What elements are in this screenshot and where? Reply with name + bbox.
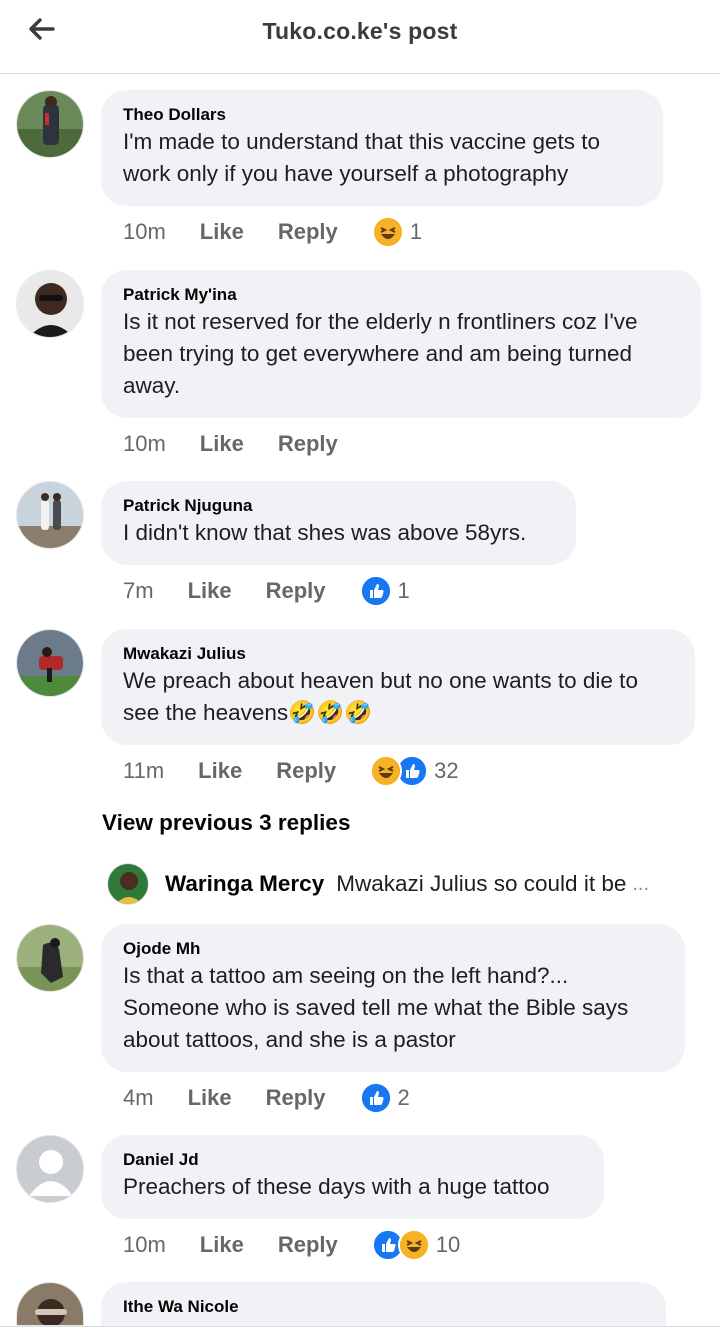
view-previous-replies-link[interactable]: View previous 3 replies <box>102 810 350 836</box>
avatar[interactable] <box>16 90 84 158</box>
comment-actions: 10m Like Reply 1 <box>123 216 422 248</box>
comment-timestamp: 10m <box>123 219 166 244</box>
comment-timestamp: 11m <box>123 758 165 783</box>
default-avatar-icon[interactable] <box>16 1135 84 1203</box>
reaction-summary[interactable]: 32 <box>370 755 459 787</box>
comment-bubble: Patrick Njuguna I didn't know that shes … <box>101 481 576 565</box>
reply-button[interactable]: Reply <box>276 758 336 784</box>
like-button[interactable]: Like <box>200 1232 244 1258</box>
comment-actions: 10m Like Reply <box>123 428 372 460</box>
thumbs-up-icon <box>359 575 392 607</box>
comment-text-line: We preach about heaven but no one wants … <box>123 668 638 693</box>
comment-author[interactable]: Theo Dollars <box>123 104 641 126</box>
comment-bubble: Ojode Mh Is that a tattoo am seeing on t… <box>101 924 685 1072</box>
comment-timestamp: 10m <box>123 1232 166 1257</box>
reply-ellipsis: ... <box>632 872 650 895</box>
comment-text-line: Is it not reserved for the elderly n fro… <box>123 309 638 334</box>
comment-actions: 11m Like Reply 32 <box>123 755 459 787</box>
comment-text-line: I'm made to understand that this vaccine… <box>123 129 601 154</box>
reply-author[interactable]: Waringa Mercy <box>165 871 324 897</box>
comment-actions: 10m Like Reply 10 <box>123 1229 460 1261</box>
comment-author[interactable]: Ithe Wa Nicole <box>123 1296 644 1318</box>
comment-bubble: Daniel Jd Preachers of these days with a… <box>101 1135 604 1219</box>
comment-text-line: away. <box>123 373 181 398</box>
comment-author[interactable]: Ojode Mh <box>123 938 663 960</box>
avatar[interactable] <box>107 863 149 905</box>
reaction-count: 1 <box>397 578 410 603</box>
reply-button[interactable]: Reply <box>278 431 338 457</box>
reply-text: Mwakazi Julius so could it be <box>336 871 627 896</box>
comment-bubble: Mwakazi Julius We preach about heaven bu… <box>101 629 695 745</box>
comment-bubble: Theo Dollars I'm made to understand that… <box>101 90 663 206</box>
like-button[interactable]: Like <box>200 431 244 457</box>
reply-button[interactable]: Reply <box>278 1232 338 1258</box>
comment-text-line: Is that a tattoo am seeing on the left h… <box>123 963 569 988</box>
comment-text-line: about tattoos, and she is a pastor <box>123 1027 456 1052</box>
comment-text-line: Preachers of these days with a huge tatt… <box>123 1174 550 1199</box>
comment-author[interactable]: Patrick My'ina <box>123 284 679 306</box>
reply-button[interactable]: Reply <box>266 1085 326 1111</box>
comment-text-line: see the heavens🤣🤣🤣 <box>123 700 373 725</box>
like-button[interactable]: Like <box>188 1085 232 1111</box>
laughing-face-icon <box>371 216 404 248</box>
comment-bubble: Ithe Wa Nicole <box>101 1282 666 1326</box>
comment-bubble: Patrick My'ina Is it not reserved for th… <box>101 270 701 418</box>
comment-actions: 4m Like Reply 2 <box>123 1082 410 1114</box>
reply-preview[interactable]: Waringa Mercy Mwakazi Julius so could it… <box>107 862 707 906</box>
comment-timestamp: 10m <box>123 431 166 456</box>
laughing-face-icon <box>397 1229 430 1261</box>
reaction-summary[interactable]: 1 <box>359 575 410 607</box>
comment-author[interactable]: Patrick Njuguna <box>123 495 554 517</box>
reaction-summary[interactable]: 1 <box>371 216 422 248</box>
comment-author[interactable]: Daniel Jd <box>123 1149 582 1171</box>
comment-text-line: been trying to get everywhere and am bei… <box>123 341 633 366</box>
comment-author[interactable]: Mwakazi Julius <box>123 643 673 665</box>
reaction-count: 1 <box>409 219 422 244</box>
reply-button[interactable]: Reply <box>266 578 326 604</box>
post-header: Tuko.co.ke's post <box>0 0 720 74</box>
comment-text-line: Someone who is saved tell me what the Bi… <box>123 995 629 1020</box>
avatar[interactable] <box>16 481 84 549</box>
reply-button[interactable]: Reply <box>278 219 338 245</box>
like-button[interactable]: Like <box>200 219 244 245</box>
reaction-count: 2 <box>397 1085 410 1110</box>
reaction-count: 10 <box>435 1232 461 1257</box>
like-button[interactable]: Like <box>198 758 242 784</box>
like-button[interactable]: Like <box>188 578 232 604</box>
comment-text-line: work only if you have yourself a photogr… <box>123 161 569 186</box>
avatar[interactable] <box>16 1282 84 1326</box>
bottom-edge <box>0 1326 720 1338</box>
page-title: Tuko.co.ke's post <box>262 18 458 44</box>
thumbs-up-icon <box>359 1082 392 1114</box>
comment-timestamp: 7m <box>123 578 154 603</box>
comment-actions: 7m Like Reply 1 <box>123 575 410 607</box>
avatar[interactable] <box>16 924 84 992</box>
avatar[interactable] <box>16 629 84 697</box>
comment-timestamp: 4m <box>123 1085 154 1110</box>
reaction-summary[interactable]: 2 <box>359 1082 410 1114</box>
reaction-count: 32 <box>434 758 459 783</box>
comment-text-line: I didn't know that shes was above 58yrs. <box>123 520 527 545</box>
laughing-face-icon <box>370 755 403 787</box>
reaction-summary[interactable]: 10 <box>371 1229 461 1261</box>
avatar[interactable] <box>16 270 84 338</box>
